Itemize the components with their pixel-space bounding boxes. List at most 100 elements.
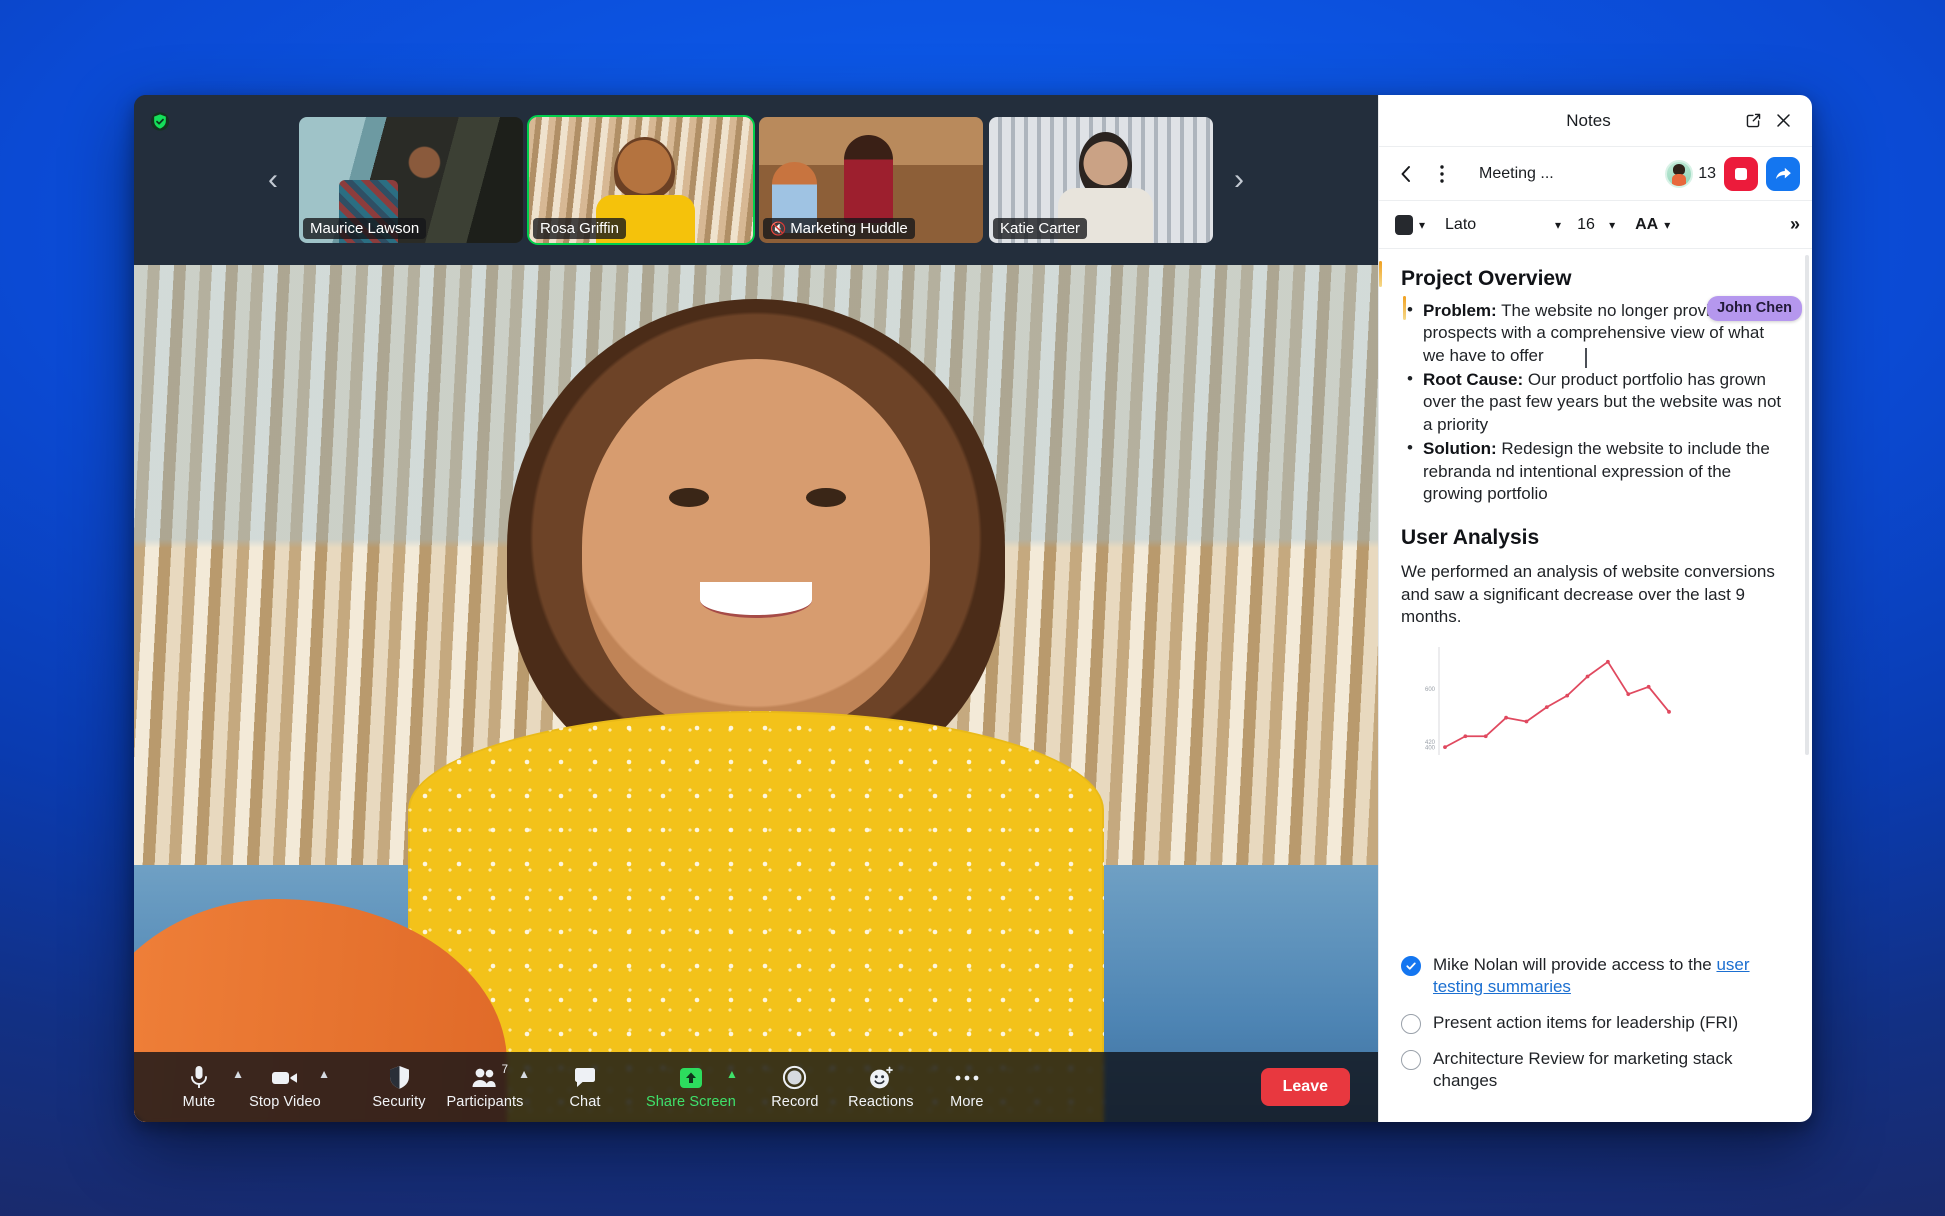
font-family-value: Lato bbox=[1445, 215, 1477, 233]
share-arrow-icon[interactable] bbox=[1766, 156, 1800, 191]
chart-point bbox=[1626, 691, 1631, 696]
stop-video-label: Stop Video bbox=[249, 1093, 321, 1110]
collab-caret-marker bbox=[1379, 261, 1382, 287]
chevron-down-icon: ▾ bbox=[1664, 217, 1671, 232]
chart-series-line bbox=[1444, 660, 1670, 748]
chart-y-tick-label: 400 bbox=[1425, 745, 1436, 751]
reactions-button[interactable]: Reactions bbox=[838, 1056, 924, 1118]
zoom-meeting-window: ‹ Maurice Lawson Rosa Griffin 🔇 Marketin… bbox=[134, 95, 1812, 1122]
notes-header: Notes bbox=[1379, 95, 1812, 147]
list-item: Solution: Redesign the website to includ… bbox=[1405, 437, 1790, 505]
shield-check-icon[interactable] bbox=[150, 110, 170, 133]
collaborator-count: 13 bbox=[1698, 164, 1716, 182]
participant-name-label: 🔇 Marketing Huddle bbox=[763, 218, 915, 239]
checklist-item[interactable]: Present action items for leadership (FRI… bbox=[1401, 1012, 1790, 1034]
list-item: Root Cause: Our product portfolio has gr… bbox=[1405, 368, 1790, 436]
security-button[interactable]: Security bbox=[356, 1056, 442, 1118]
chart-point bbox=[1504, 715, 1508, 720]
stop-recording-icon[interactable] bbox=[1724, 156, 1758, 191]
participant-tile[interactable]: Katie Carter bbox=[989, 117, 1213, 243]
filmstrip-prev-button[interactable]: ‹ bbox=[253, 120, 293, 240]
more-button[interactable]: More bbox=[924, 1056, 1010, 1118]
meeting-control-bar: Mute ▲ Stop Video ▲ Security 7 Participa… bbox=[134, 1052, 1378, 1122]
chevron-left-icon[interactable] bbox=[1391, 159, 1421, 189]
chart-point bbox=[1585, 674, 1590, 679]
chart-y-axis-ticks: 600420400 bbox=[1425, 687, 1436, 752]
chart-point bbox=[1443, 744, 1447, 749]
record-label: Record bbox=[771, 1093, 819, 1110]
people-icon bbox=[470, 1065, 500, 1091]
collaborators-indicator[interactable]: 13 bbox=[1665, 159, 1716, 188]
checklist-text: Mike Nolan will provide access to the bbox=[1433, 954, 1717, 974]
share-screen-options-caret[interactable]: ▲ bbox=[726, 1068, 738, 1080]
bullet-lead: Solution: bbox=[1423, 439, 1497, 459]
participant-filmstrip: ‹ Maurice Lawson Rosa Griffin 🔇 Marketin… bbox=[134, 95, 1378, 265]
checklist-item-text: Mike Nolan will provide access to the us… bbox=[1433, 954, 1790, 998]
share-screen-icon bbox=[678, 1065, 704, 1091]
notes-scrollbar[interactable] bbox=[1805, 255, 1809, 755]
open-in-new-icon[interactable] bbox=[1738, 106, 1768, 136]
chevron-down-icon: ▾ bbox=[1419, 217, 1426, 232]
participant-name-text: Marketing Huddle bbox=[790, 220, 908, 237]
participant-name-label: Katie Carter bbox=[993, 218, 1088, 239]
more-formatting-button[interactable]: » bbox=[1790, 214, 1800, 235]
share-screen-label: Share Screen bbox=[646, 1093, 736, 1110]
notes-panel: Notes Meeting ... 13 ▾ Lato ▾ 16 ▾ AA ▾ … bbox=[1378, 95, 1812, 1122]
stop-video-button[interactable]: Stop Video ▲ bbox=[242, 1056, 330, 1118]
collaborator-cursor-label: John Chen bbox=[1707, 296, 1802, 322]
chat-bubble-icon bbox=[573, 1065, 597, 1091]
chart-point bbox=[1646, 684, 1651, 689]
checkbox-checked-icon[interactable] bbox=[1401, 955, 1421, 976]
ellipsis-icon bbox=[954, 1065, 980, 1091]
bullet-lead: Root Cause: bbox=[1423, 370, 1524, 390]
chart-point bbox=[1606, 659, 1610, 664]
kebab-menu-icon[interactable] bbox=[1427, 159, 1457, 189]
document-toolbar-actions: 13 bbox=[1665, 156, 1800, 191]
checkbox-unchecked-icon[interactable] bbox=[1401, 1049, 1421, 1070]
text-style-select[interactable]: AA ▾ bbox=[1631, 213, 1674, 237]
participants-count-badge: 7 bbox=[501, 1064, 508, 1076]
checklist-item[interactable]: Architecture Review for marketing stack … bbox=[1401, 1048, 1790, 1092]
document-name[interactable]: Meeting ... bbox=[1479, 165, 1554, 183]
chevron-down-icon: ▾ bbox=[1609, 217, 1616, 232]
text-color-picker[interactable]: ▾ bbox=[1391, 212, 1429, 238]
shield-icon bbox=[389, 1065, 410, 1091]
mute-label: Mute bbox=[182, 1093, 216, 1110]
action-items-checklist: Mike Nolan will provide access to the us… bbox=[1379, 946, 1812, 1122]
participants-button[interactable]: 7 Participants ▲ bbox=[442, 1056, 530, 1118]
bullet-lead: Problem: bbox=[1423, 300, 1497, 320]
chat-button[interactable]: Chat bbox=[542, 1056, 628, 1118]
filmstrip-next-button[interactable]: › bbox=[1219, 120, 1259, 240]
participant-tile[interactable]: Maurice Lawson bbox=[299, 117, 523, 243]
close-icon[interactable] bbox=[1768, 106, 1798, 136]
chat-label: Chat bbox=[569, 1093, 601, 1110]
notes-document-body[interactable]: Project Overview Problem: The website no… bbox=[1379, 249, 1812, 946]
chart-y-tick-label: 600 bbox=[1425, 687, 1436, 693]
video-options-caret[interactable]: ▲ bbox=[318, 1068, 330, 1080]
font-family-select[interactable]: Lato ▾ bbox=[1441, 213, 1565, 237]
font-size-select[interactable]: 16 ▾ bbox=[1573, 213, 1619, 237]
chart-point bbox=[1463, 734, 1468, 738]
font-size-value: 16 bbox=[1577, 215, 1595, 233]
document-toolbar: Meeting ... 13 bbox=[1379, 147, 1812, 201]
leave-button[interactable]: Leave bbox=[1260, 1068, 1350, 1106]
record-button[interactable]: Record bbox=[752, 1056, 838, 1118]
checkbox-unchecked-icon[interactable] bbox=[1401, 1013, 1421, 1034]
chart-point bbox=[1544, 704, 1549, 709]
format-toolbar: ▾ Lato ▾ 16 ▾ AA ▾ » bbox=[1379, 201, 1812, 249]
avatar bbox=[1665, 159, 1694, 188]
participant-name-label: Rosa Griffin bbox=[533, 218, 626, 239]
participant-tile[interactable]: Rosa Griffin bbox=[527, 115, 755, 245]
chevron-down-icon: ▾ bbox=[1555, 217, 1562, 232]
mute-button[interactable]: Mute ▲ bbox=[156, 1056, 244, 1118]
participant-tile[interactable]: 🔇 Marketing Huddle bbox=[759, 117, 983, 243]
active-speaker-video[interactable] bbox=[134, 265, 1378, 1122]
participants-options-caret[interactable]: ▲ bbox=[518, 1068, 530, 1080]
reactions-label: Reactions bbox=[848, 1093, 914, 1110]
speaker-person-image bbox=[134, 265, 1378, 1122]
participant-name-text: Maurice Lawson bbox=[310, 220, 420, 237]
checklist-item[interactable]: Mike Nolan will provide access to the us… bbox=[1401, 954, 1790, 998]
share-screen-button[interactable]: Share Screen ▲ bbox=[646, 1056, 738, 1118]
project-overview-bullets: Problem: The website no longer provides … bbox=[1405, 299, 1790, 506]
participants-label: Participants bbox=[446, 1093, 524, 1110]
